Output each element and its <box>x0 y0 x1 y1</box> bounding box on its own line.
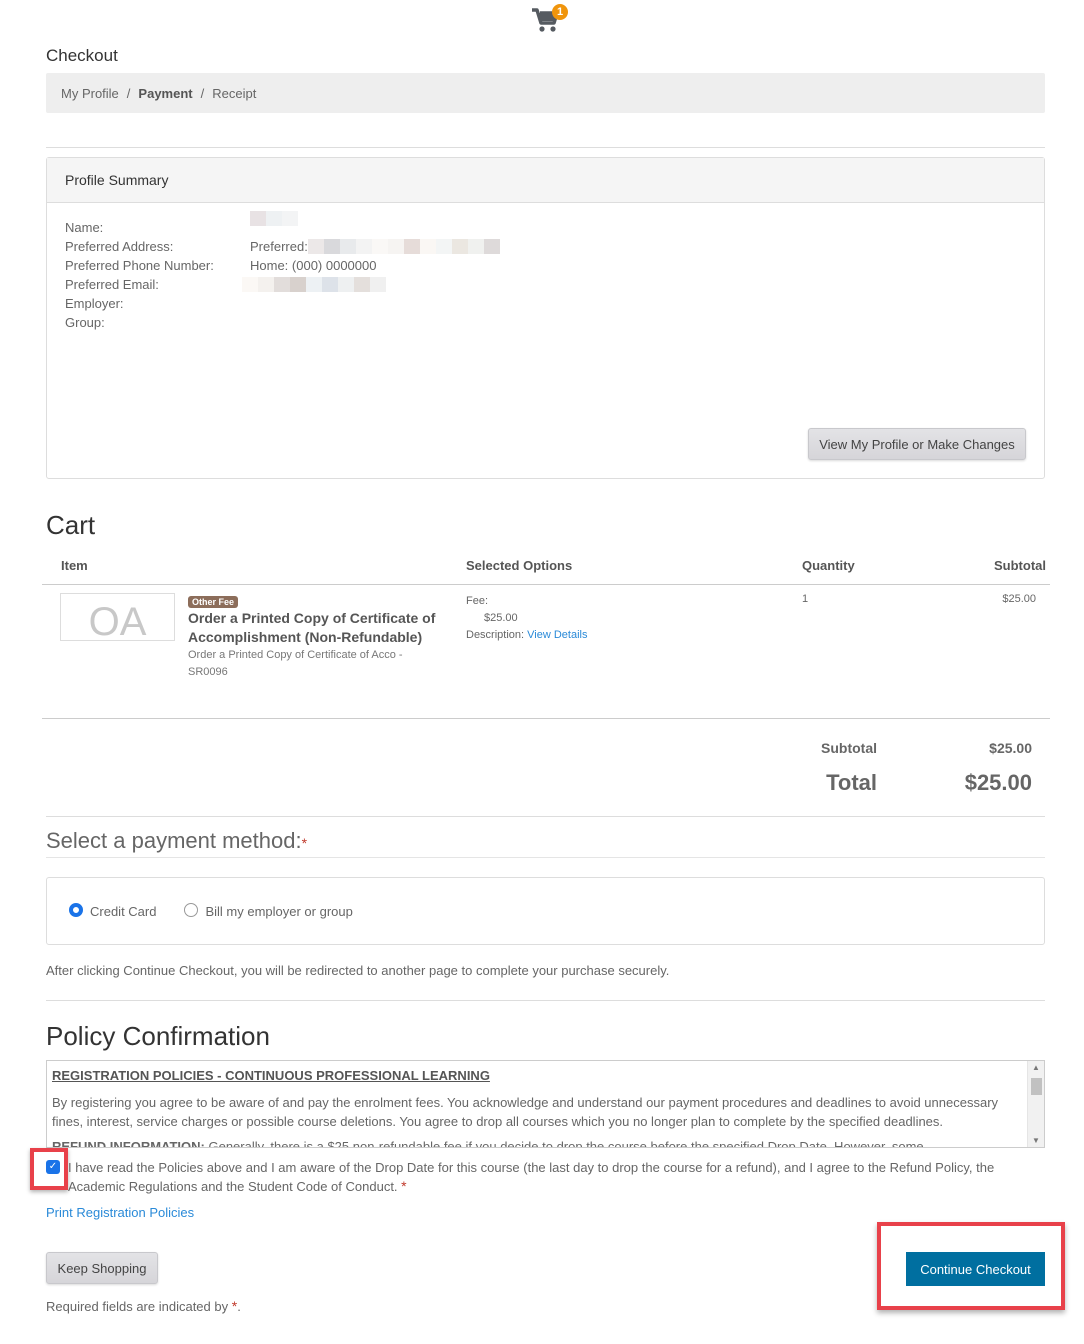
divider <box>46 1000 1045 1001</box>
column-header-item: Item <box>61 558 88 573</box>
cart-heading: Cart <box>46 510 96 540</box>
breadcrumb-payment: Payment <box>138 85 193 101</box>
breadcrumb: My Profile / Payment / Receipt <box>46 73 1045 113</box>
highlight-box <box>30 1148 68 1190</box>
radio-unselected-icon[interactable] <box>184 903 199 917</box>
payment-option-credit-card[interactable]: Credit Card <box>69 903 157 919</box>
subtotal-row: Subtotal $25.00 <box>760 740 1032 762</box>
fee-label: Fee: <box>466 595 489 607</box>
cart-count-badge: 1 <box>552 4 568 20</box>
payment-option-label: Credit Card <box>90 903 157 919</box>
print-policies-link[interactable]: Print Registration Policies <box>46 1205 194 1220</box>
cart-table-header: Item Selected Options Quantity Subtotal <box>42 550 1050 585</box>
description-label: Description: <box>466 629 525 641</box>
profile-details: Name: Preferred Address: Preferred: Pref… <box>65 211 500 334</box>
policy-text-box[interactable]: REGISTRATION POLICIES - CONTINUOUS PROFE… <box>46 1060 1045 1148</box>
breadcrumb-my-profile[interactable]: My Profile <box>61 86 119 101</box>
divider <box>46 147 1045 148</box>
total-row: Total $25.00 <box>760 770 1032 796</box>
item-quantity: 1 <box>802 593 809 605</box>
item-subtitle: Order a Printed Copy of Certificate of A… <box>188 649 403 678</box>
payment-method-options: Credit Card Bill my employer or group <box>46 877 1045 945</box>
subtotal-label: Subtotal <box>821 740 877 756</box>
required-note-suffix: . <box>237 1299 241 1314</box>
profile-row-group: Group: <box>65 315 500 334</box>
order-totals: Subtotal $25.00 Total $25.00 <box>760 738 1032 796</box>
view-details-link[interactable]: View Details <box>527 629 587 641</box>
breadcrumb-separator: / <box>200 85 205 101</box>
subtotal-value: $25.00 <box>989 740 1032 756</box>
column-header-quantity: Quantity <box>802 558 855 573</box>
column-header-subtotal: Subtotal <box>994 558 1046 573</box>
profile-label: Preferred Phone Number: <box>65 258 214 273</box>
profile-value: Preferred: <box>250 239 308 254</box>
required-fields-note: Required fields are indicated by *. <box>46 1298 241 1314</box>
view-profile-button[interactable]: View My Profile or Make Changes <box>808 428 1026 460</box>
policy-paragraph: By registering you agree to be aware of … <box>52 1095 999 1129</box>
agree-text: I have read the Policies above and I am … <box>68 1160 995 1194</box>
payment-method-heading: Select a payment method:* <box>46 828 307 854</box>
scroll-up-icon[interactable]: ▲ <box>1032 1063 1040 1072</box>
breadcrumb-separator: / <box>126 85 131 101</box>
fee-value: $25.00 <box>484 612 518 624</box>
description-row: Description: View Details <box>466 627 587 644</box>
redacted-value <box>307 239 500 254</box>
cart-item-row: OA Other Fee Order a Printed Copy of Cer… <box>42 585 1050 719</box>
payment-option-bill-employer[interactable]: Bill my employer or group <box>184 903 353 919</box>
divider <box>46 816 1045 817</box>
profile-row-name: Name: <box>65 211 500 239</box>
profile-row-employer: Employer: <box>65 296 500 315</box>
profile-label: Preferred Email: <box>65 277 159 292</box>
item-title: Order a Printed Copy of Certificate of A… <box>188 610 436 645</box>
total-label: Total <box>826 770 877 795</box>
breadcrumb-receipt: Receipt <box>212 85 257 101</box>
profile-row-address: Preferred Address: Preferred: <box>65 239 500 258</box>
profile-label: Name: <box>65 220 104 235</box>
required-marker: * <box>401 1178 407 1194</box>
highlight-box <box>877 1222 1065 1310</box>
required-marker: * <box>301 835 308 851</box>
refund-text: Generally, there is a $25 non-refundable… <box>204 1139 924 1148</box>
policy-heading: Policy Confirmation <box>46 1021 270 1051</box>
item-type-badge: Other Fee <box>188 596 239 608</box>
profile-label: Preferred Address: <box>65 239 174 254</box>
item-thumbnail: OA <box>60 593 175 641</box>
profile-row-phone: Preferred Phone Number: Home: (000) 0000… <box>65 258 500 277</box>
total-value: $25.00 <box>964 770 1032 795</box>
panel-title: Profile Summary <box>47 158 1044 203</box>
profile-value: Home: (000) 0000000 <box>250 258 377 273</box>
scroll-down-icon[interactable]: ▼ <box>1032 1136 1040 1145</box>
required-note-text: Required fields are indicated by <box>46 1299 232 1314</box>
redacted-value <box>242 277 386 292</box>
policy-content: REGISTRATION POLICIES - CONTINUOUS PROFE… <box>52 1066 1027 1148</box>
policy-section-heading: REGISTRATION POLICIES - CONTINUOUS PROFE… <box>52 1068 490 1083</box>
agree-policy-label: I have read the Policies above and I am … <box>68 1158 1028 1196</box>
column-header-options: Selected Options <box>466 558 573 573</box>
scroll-thumb[interactable] <box>1031 1078 1042 1095</box>
payment-redirect-note: After clicking Continue Checkout, you wi… <box>46 963 670 978</box>
radio-selected-icon[interactable] <box>69 903 83 917</box>
refund-paragraph: REFUND INFORMATION: Generally, there is … <box>52 1137 1027 1148</box>
refund-label: REFUND INFORMATION: <box>52 1139 205 1148</box>
profile-label: Group: <box>65 315 105 330</box>
policy-scrollbar[interactable]: ▲ ▼ <box>1027 1061 1044 1147</box>
payment-option-label: Bill my employer or group <box>205 903 353 919</box>
redacted-value <box>250 211 298 226</box>
item-subtotal: $25.00 <box>1002 593 1036 605</box>
profile-row-email: Preferred Email: <box>65 277 500 296</box>
divider <box>46 857 1045 858</box>
keep-shopping-button[interactable]: Keep Shopping <box>46 1252 158 1284</box>
profile-label: Employer: <box>65 296 124 311</box>
payment-method-title: Select a payment method: <box>46 828 302 853</box>
cart-button[interactable]: 1 <box>530 4 570 34</box>
page-title: Checkout <box>46 46 118 65</box>
profile-summary-panel: Profile Summary Name: Preferred Address:… <box>46 157 1045 479</box>
item-options: Fee: $25.00 Description: View Details <box>466 593 587 644</box>
cart-table: Item Selected Options Quantity Subtotal … <box>42 550 1050 719</box>
